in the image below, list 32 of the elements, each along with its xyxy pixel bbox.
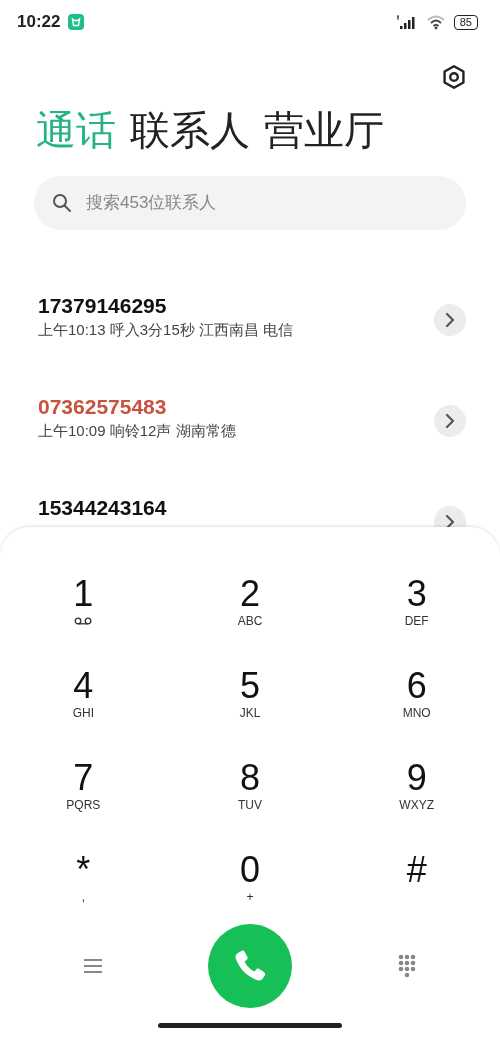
- search-icon: [52, 193, 72, 213]
- clock-time: 10:22: [17, 12, 61, 32]
- dial-key[interactable]: 4 GHI: [0, 647, 167, 739]
- dial-key[interactable]: 2 ABC: [166, 555, 334, 647]
- cat-app-icon: [68, 14, 85, 30]
- phone-number: 07362575483: [38, 395, 168, 419]
- call-detail: 上午10:09 响铃12声 湖南常德: [38, 422, 236, 441]
- dial-key[interactable]: 7 PQRS: [0, 739, 167, 831]
- menu-icon[interactable]: [82, 958, 103, 974]
- tab[interactable]: 营业厅: [264, 106, 384, 154]
- dial-key[interactable]: 0 +: [166, 831, 334, 923]
- dial-key[interactable]: #: [333, 831, 500, 923]
- signal-icon: [395, 14, 418, 30]
- chevron-right-icon[interactable]: [434, 405, 466, 437]
- dial-key[interactable]: 3 DEF: [333, 555, 500, 647]
- search-field[interactable]: 搜索453位联系人: [34, 176, 466, 230]
- dialpad-icon[interactable]: [397, 954, 418, 978]
- dial-key[interactable]: 9 WXYZ: [333, 739, 500, 831]
- battery-indicator: 85: [453, 14, 478, 30]
- phone-number: 15344243164: [38, 496, 167, 520]
- voicemail-icon: [73, 617, 94, 625]
- tab[interactable]: 联系人: [130, 106, 250, 154]
- call-detail: 上午10:13 呼入3分15秒 江西南昌 电信: [38, 321, 294, 340]
- dial-key[interactable]: 5 JKL: [166, 647, 334, 739]
- dial-key[interactable]: 6 MNO: [333, 647, 500, 739]
- dial-key[interactable]: 8 TUV: [166, 739, 334, 831]
- phone-number: 17379146295: [38, 294, 168, 318]
- settings-icon[interactable]: [441, 64, 467, 90]
- dial-key[interactable]: 1: [0, 555, 167, 647]
- dial-key[interactable]: * ,: [0, 831, 167, 923]
- wifi-icon: [425, 14, 446, 30]
- chevron-right-icon[interactable]: [434, 304, 466, 336]
